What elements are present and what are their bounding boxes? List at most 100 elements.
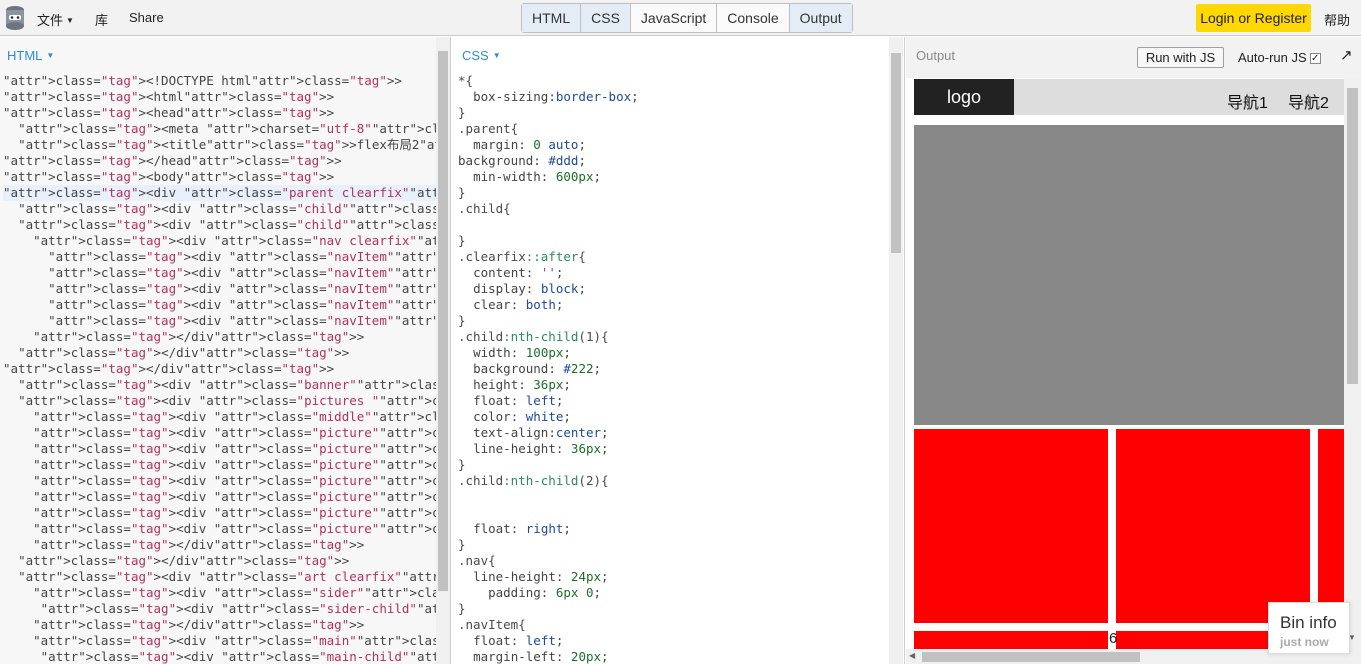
code-line[interactable]: "attr">class="tag"><div "attr">class="na…	[3, 233, 450, 249]
css-scrollbar[interactable]	[889, 37, 903, 664]
code-line[interactable]: "attr">class="tag"><div "attr">class="pi…	[3, 473, 450, 489]
code-line[interactable]: float: left;	[458, 393, 639, 409]
scrollbar-thumb[interactable]	[1347, 88, 1358, 384]
code-line[interactable]: line-height: 24px;	[458, 569, 639, 585]
code-line[interactable]: margin: 0 auto;	[458, 137, 639, 153]
tab-css[interactable]: CSS	[581, 4, 631, 32]
html-scrollbar[interactable]	[436, 37, 450, 664]
css-editor[interactable]: *{ box-sizing:border-box;} .parent{ margi…	[458, 73, 639, 664]
code-line[interactable]: }	[458, 185, 639, 201]
code-line[interactable]: "attr">class="tag"><div "attr">class="ma…	[3, 633, 450, 649]
code-line[interactable]: "attr">class="tag"></head"attr">class="t…	[3, 153, 450, 169]
code-line[interactable]: "attr">class="tag"><html"attr">class="ta…	[3, 89, 450, 105]
run-with-js-button[interactable]: Run with JS	[1137, 47, 1224, 68]
code-line[interactable]: "attr">class="tag"><head"attr">class="ta…	[3, 105, 450, 121]
code-line[interactable]: }	[458, 313, 639, 329]
code-line[interactable]: "attr">class="tag"><div "attr">class="na…	[3, 249, 450, 265]
code-line[interactable]: height: 36px;	[458, 377, 639, 393]
code-line[interactable]: .parent{	[458, 121, 639, 137]
code-line[interactable]: }	[458, 233, 639, 249]
code-line[interactable]: "attr">class="tag"><div "attr">class="mi…	[3, 409, 450, 425]
code-line[interactable]	[458, 217, 639, 233]
code-line[interactable]: "attr">class="tag"><div "attr">class="na…	[3, 265, 450, 281]
tab-html[interactable]: HTML	[522, 4, 582, 32]
checkbox-checked-icon[interactable]: ✓	[1309, 53, 1321, 64]
menu-file[interactable]: 文件 ▼	[37, 10, 74, 29]
code-line[interactable]: text-align:center;	[458, 425, 639, 441]
code-line[interactable]: "attr">class="tag"></div"attr">class="ta…	[3, 345, 450, 361]
bin-info-badge[interactable]: Bin info just now	[1268, 602, 1350, 654]
html-editor[interactable]: "attr">class="tag"><!DOCTYPE html"attr">…	[3, 73, 450, 664]
code-line[interactable]: "attr">class="tag"><div "attr">class="pi…	[3, 489, 450, 505]
code-line[interactable]: "attr">class="tag"><div "attr">class="ch…	[3, 201, 450, 217]
code-line[interactable]: }	[458, 105, 639, 121]
tab-console[interactable]: Console	[717, 4, 790, 32]
code-line[interactable]: "attr">class="tag"><div "attr">class="pi…	[3, 425, 450, 441]
tab-output[interactable]: Output	[789, 4, 852, 32]
tab-javascript[interactable]: JavaScript	[631, 4, 718, 32]
code-line[interactable]	[458, 505, 639, 521]
code-line[interactable]: min-width: 600px;	[458, 169, 639, 185]
code-line[interactable]: float: left;	[458, 633, 639, 649]
scrollbar-thumb[interactable]	[922, 652, 1140, 662]
code-line[interactable]: "attr">class="tag"><div "attr">class="ch…	[3, 217, 450, 233]
code-line[interactable]: line-height: 36px;	[458, 441, 639, 457]
code-line[interactable]: "attr">class="tag"><div "attr">class="pa…	[3, 185, 450, 201]
code-line[interactable]: display: block;	[458, 281, 639, 297]
code-line[interactable]: "attr">class="tag"><div "attr">class="ma…	[3, 649, 450, 664]
code-line[interactable]: "attr">class="tag"><title"attr">class="t…	[3, 137, 450, 153]
code-line[interactable]: "attr">class="tag"><div "attr">class="na…	[3, 281, 450, 297]
code-line[interactable]: clear: both;	[458, 297, 639, 313]
html-panel-label[interactable]: HTML ▼	[7, 48, 54, 63]
code-line[interactable]: *{	[458, 73, 639, 89]
code-line[interactable]: "attr">class="tag"><div "attr">class="pi…	[3, 521, 450, 537]
output-scrollbar-vertical[interactable]: ▼	[1344, 78, 1361, 649]
expand-arrow-icon[interactable]: ↗	[1340, 46, 1353, 64]
code-line[interactable]: content: '';	[458, 265, 639, 281]
code-line[interactable]: }	[458, 601, 639, 617]
code-line[interactable]: }	[458, 537, 639, 553]
code-line[interactable]: "attr">class="tag"><div "attr">class="ba…	[3, 377, 450, 393]
code-line[interactable]: "attr">class="tag"></div"attr">class="ta…	[3, 361, 450, 377]
code-line[interactable]: .nav{	[458, 553, 639, 569]
code-line[interactable]: box-sizing:border-box;	[458, 89, 639, 105]
code-line[interactable]: .child{	[458, 201, 639, 217]
autorun-toggle[interactable]: Auto-run JS ✓	[1238, 50, 1321, 65]
code-line[interactable]: "attr">class="tag"><body"attr">class="ta…	[3, 169, 450, 185]
menu-library[interactable]: 库	[95, 10, 108, 29]
code-line[interactable]	[458, 489, 639, 505]
css-panel-label[interactable]: CSS ▼	[462, 48, 501, 63]
jsbin-logo-icon[interactable]	[4, 5, 26, 31]
login-register-button[interactable]: Login or Register	[1196, 4, 1311, 32]
code-line[interactable]: float: right;	[458, 521, 639, 537]
code-line[interactable]: "attr">class="tag"><div "attr">class="pi…	[3, 457, 450, 473]
code-line[interactable]: }	[458, 457, 639, 473]
code-line[interactable]: "attr">class="tag"></div"attr">class="ta…	[3, 553, 450, 569]
code-line[interactable]: margin-left: 20px;	[458, 649, 639, 664]
code-line[interactable]: .child:nth-child(2){	[458, 473, 639, 489]
code-line[interactable]: "attr">class="tag"><div "attr">class="si…	[3, 601, 450, 617]
code-line[interactable]: background: #222;	[458, 361, 639, 377]
code-line[interactable]: "attr">class="tag"><div "attr">class="pi…	[3, 441, 450, 457]
code-line[interactable]: width: 100px;	[458, 345, 639, 361]
code-line[interactable]: "attr">class="tag"></div"attr">class="ta…	[3, 329, 450, 345]
code-line[interactable]: .child:nth-child(1){	[458, 329, 639, 345]
code-line[interactable]: "attr">class="tag"><div "attr">class="ar…	[3, 569, 450, 585]
scrollbar-thumb[interactable]	[438, 51, 448, 591]
scrollbar-thumb[interactable]	[891, 53, 901, 253]
code-line[interactable]: "attr">class="tag"><div "attr">class="pi…	[3, 393, 450, 409]
code-line[interactable]: "attr">class="tag"><div "attr">class="pi…	[3, 505, 450, 521]
code-line[interactable]: "attr">class="tag"><!DOCTYPE html"attr">…	[3, 73, 450, 89]
code-line[interactable]: "attr">class="tag"><div "attr">class="na…	[3, 313, 450, 329]
code-line[interactable]: background: #ddd;	[458, 153, 639, 169]
scroll-left-arrow-icon[interactable]: ◀	[909, 651, 915, 660]
help-menu[interactable]: 帮助	[1324, 10, 1350, 29]
code-line[interactable]: color: white;	[458, 409, 639, 425]
code-line[interactable]: "attr">class="tag"><div "attr">class="si…	[3, 585, 450, 601]
menu-share[interactable]: Share	[129, 10, 164, 25]
code-line[interactable]: .clearfix::after{	[458, 249, 639, 265]
code-line[interactable]: padding: 6px 0;	[458, 585, 639, 601]
code-line[interactable]: "attr">class="tag"><meta "attr">charset=…	[3, 121, 450, 137]
code-line[interactable]: .navItem{	[458, 617, 639, 633]
code-line[interactable]: "attr">class="tag"></div"attr">class="ta…	[3, 537, 450, 553]
